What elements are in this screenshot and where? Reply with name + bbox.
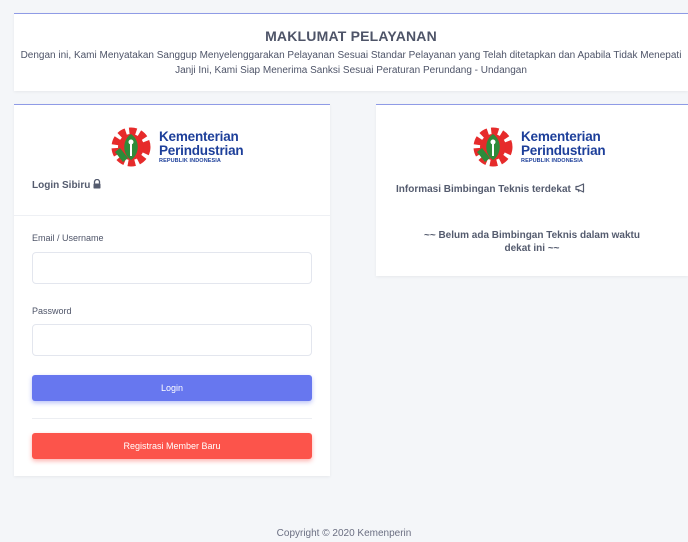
logo-text-line2: Perindustrian — [159, 143, 244, 159]
login-card: Kementerian Perindustrian REPUBLIK INDON… — [14, 104, 330, 476]
email-input[interactable] — [32, 252, 312, 284]
info-empty-text: ~~ Belum ada Bimbingan Teknis dalam wakt… — [424, 230, 640, 254]
logo-text-line1: Kementerian — [159, 128, 239, 144]
kemenperin-gear-icon — [473, 127, 513, 167]
login-button[interactable]: Login — [32, 375, 312, 401]
megaphone-icon — [575, 183, 586, 196]
maklumat-title: MAKLUMAT PELAYANAN — [265, 28, 437, 44]
page: MAKLUMAT PELAYANAN Dengan ini, Kami Meny… — [0, 0, 688, 542]
lock-icon — [92, 178, 102, 192]
kemenperin-logo: Kementerian Perindustrian REPUBLIK INDON… — [106, 122, 244, 172]
info-card: Kementerian Perindustrian REPUBLIK INDON… — [376, 104, 688, 276]
footer-copyright: Copyright © 2020 Kemenperin — [276, 528, 412, 539]
login-title-text: Login Sibiru — [32, 180, 91, 191]
info-title-text: Informasi Bimbingan Teknis terdekat — [396, 184, 571, 195]
logo-text-line3: REPUBLIK INDONESIA — [521, 157, 583, 164]
register-button[interactable]: Registrasi Member Baru — [32, 433, 312, 459]
logo-text-line2: Perindustrian — [521, 143, 606, 159]
logo-text-line3: REPUBLIK INDONESIA — [159, 157, 221, 164]
password-input[interactable] — [32, 324, 312, 356]
login-divider — [14, 215, 330, 216]
maklumat-text: Dengan ini, Kami Menyatakan Sanggup Meny… — [20, 50, 682, 76]
maklumat-card: MAKLUMAT PELAYANAN Dengan ini, Kami Meny… — [14, 13, 688, 91]
logo-text-line1: Kementerian — [521, 128, 601, 144]
info-title: Informasi Bimbingan Teknis terdekat — [396, 183, 586, 196]
email-label: Email / Username — [32, 233, 104, 243]
password-label: Password — [32, 306, 72, 316]
button-divider — [32, 418, 312, 419]
login-title: Login Sibiru — [32, 178, 102, 192]
kemenperin-gear-icon — [111, 127, 151, 167]
kemenperin-logo: Kementerian Perindustrian REPUBLIK INDON… — [468, 122, 606, 172]
